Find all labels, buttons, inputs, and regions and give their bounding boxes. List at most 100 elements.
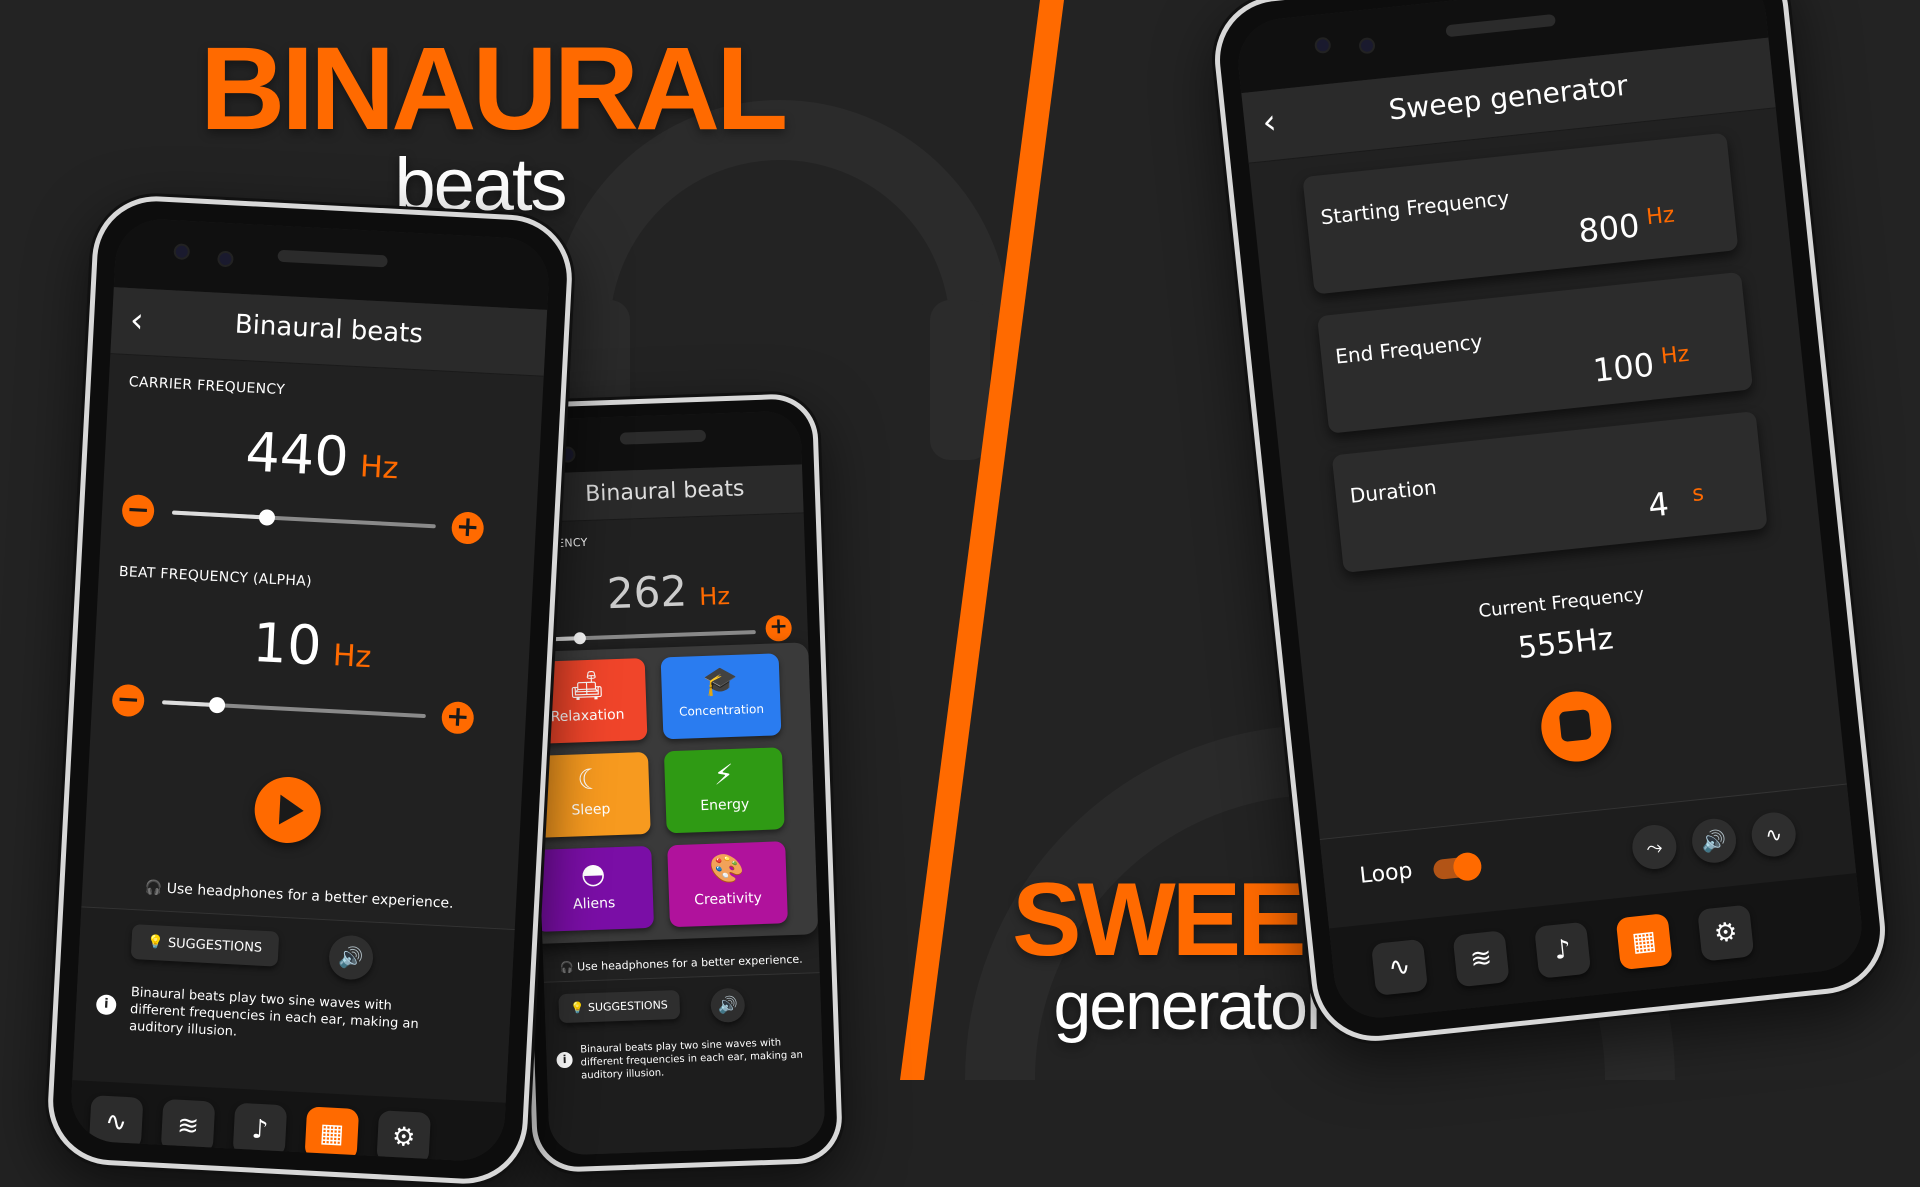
sweep-mode-button[interactable]: ⤳ <box>1630 822 1679 872</box>
end-frequency-unit: Hz <box>1659 341 1691 370</box>
tile-aliens[interactable]: ◓ Aliens <box>533 845 655 932</box>
settings-icon: ⚙ <box>391 1121 417 1154</box>
carrier-frequency-slider[interactable] <box>171 509 436 529</box>
slider-thumb[interactable] <box>573 632 587 645</box>
grid-icon: ▦ <box>318 1118 345 1150</box>
slider-fill <box>171 510 268 520</box>
music-note-icon: ♪ <box>250 1114 269 1146</box>
end-frequency-label: End Frequency <box>1334 329 1484 369</box>
grid-icon: ▦ <box>1630 925 1658 958</box>
nav-settings[interactable]: ⚙ <box>376 1110 432 1163</box>
volume-icon: 🔊 <box>1700 827 1728 854</box>
nav-noise[interactable]: ≋ <box>160 1098 216 1154</box>
duration-value: 4 <box>1646 484 1671 525</box>
tile-label: Creativity <box>693 890 763 909</box>
headphone-note: 🎧 Use headphones for a better experience… <box>543 952 819 975</box>
toggle-knob <box>1452 851 1483 883</box>
screen-title: Binaural beats <box>234 309 424 350</box>
nav-settings[interactable]: ⚙ <box>1697 904 1755 962</box>
decrease-carrier-button[interactable]: − <box>121 492 155 528</box>
nav-grid[interactable]: ▦ <box>1615 913 1673 971</box>
phone-binaural: ‹ Binaural beats CARRIER FREQUENCY 440 Hz… <box>44 193 576 1187</box>
starting-frequency-label: Starting Frequency <box>1319 185 1511 230</box>
lightbulb-icon: 💡 <box>147 934 165 951</box>
increase-carrier-button[interactable]: + <box>450 509 485 545</box>
increase-beat-button[interactable]: + <box>440 699 475 735</box>
decrease-beat-button[interactable]: − <box>111 682 146 718</box>
starting-frequency-unit: Hz <box>1645 202 1676 231</box>
tile-sleep[interactable]: ☾ Sleep <box>529 751 651 838</box>
play-icon <box>278 794 305 826</box>
moon-icon: ☾ <box>576 762 603 797</box>
palette-icon: 🎨 <box>709 851 746 886</box>
carrier-frequency-display: 440 Hz <box>104 413 541 499</box>
speaker-grille <box>619 429 707 445</box>
suggestions-label: SUGGESTIONS <box>167 935 263 956</box>
nav-music[interactable]: ♪ <box>232 1102 288 1158</box>
front-camera <box>175 245 189 258</box>
app-bar: Binaural beats <box>526 464 804 523</box>
settings-icon: ⚙ <box>1712 916 1739 950</box>
end-frequency-card[interactable]: End Frequency 100 Hz <box>1317 271 1754 434</box>
duration-label: Duration <box>1348 474 1438 508</box>
beat-frequency-value: 10 <box>251 610 324 678</box>
sine-wave-icon: ∿ <box>1387 951 1412 984</box>
duration-unit: s <box>1690 480 1705 508</box>
loop-toggle[interactable] <box>1432 851 1483 883</box>
info-text: Binaural beats play two sine waves with … <box>128 985 420 1040</box>
beat-frequency-slider[interactable] <box>162 696 426 719</box>
beat-frequency-display: 10 Hz <box>94 603 531 689</box>
tile-creativity[interactable]: 🎨 Creativity <box>667 841 788 928</box>
carrier-frequency-value: 440 <box>244 420 351 489</box>
info-icon: i <box>556 1051 573 1069</box>
slider-thumb[interactable] <box>258 509 276 526</box>
nav-noise[interactable]: ≋ <box>1452 930 1510 988</box>
nav-music[interactable]: ♪ <box>1534 921 1592 979</box>
nav-grid[interactable]: ▦ <box>304 1106 360 1162</box>
tile-concentration[interactable]: 🎓 Concentration <box>660 653 782 740</box>
noise-wave-icon: ≋ <box>176 1110 200 1142</box>
headphone-note-text: Use headphones for a better experience. <box>576 952 803 974</box>
tile-label: Energy <box>700 796 750 815</box>
front-camera <box>1316 38 1330 52</box>
sine-wave-icon: ∿ <box>1764 821 1784 848</box>
sine-wave-icon: ∿ <box>104 1106 128 1138</box>
speaker-grille <box>277 249 388 268</box>
lightbulb-icon: 💡 <box>570 1001 585 1015</box>
starting-frequency-value: 800 <box>1576 206 1642 251</box>
speaker-grille <box>1445 13 1556 38</box>
headline-binaural-title: BINAURAL <box>200 23 788 155</box>
carrier-frequency-slider[interactable] <box>535 630 756 645</box>
headline-binaural: BINAURAL beats <box>200 23 788 222</box>
front-camera <box>561 448 574 461</box>
slider-thumb[interactable] <box>209 696 226 714</box>
stop-button[interactable] <box>1537 688 1615 765</box>
front-camera-secondary <box>1360 39 1374 53</box>
music-note-icon: ♪ <box>1552 934 1573 966</box>
increase-carrier-button[interactable]: + <box>765 614 793 642</box>
nav-sine-wave[interactable]: ∿ <box>88 1095 144 1150</box>
stop-icon <box>1558 709 1592 743</box>
tile-energy[interactable]: ⚡ Energy <box>663 747 785 834</box>
volume-button[interactable]: 🔊 <box>710 987 746 1023</box>
ufo-icon: ◓ <box>580 856 606 891</box>
waveform-button[interactable]: ∿ <box>1749 810 1798 859</box>
volume-button[interactable]: 🔊 <box>1689 816 1739 865</box>
suggestions-button[interactable]: 💡 SUGGESTIONS <box>558 989 681 1024</box>
front-camera-secondary <box>219 252 232 266</box>
headphone-note-text: Use headphones for a better experience. <box>166 880 454 912</box>
starting-frequency-card[interactable]: Starting Frequency 800 Hz <box>1302 132 1739 295</box>
suggestions-button[interactable]: 💡 SUGGESTIONS <box>130 924 280 967</box>
phone-sweep: ‹ Sweep generator Starting Frequency 800… <box>1208 0 1892 1048</box>
beat-frequency-unit: Hz <box>332 638 373 676</box>
beat-frequency-label: BEAT FREQUENCY (ALPHA) <box>118 563 313 590</box>
carrier-frequency-unit: Hz <box>359 449 400 487</box>
duration-card[interactable]: Duration 4 s <box>1331 411 1768 573</box>
volume-button[interactable]: 🔊 <box>327 934 375 981</box>
screen-title: Binaural beats <box>584 476 745 507</box>
loop-label: Loop <box>1358 858 1414 889</box>
suggestions-panel: 🛋 Relaxation 🎓 Concentration ☾ Sleep ⚡ E… <box>524 642 819 945</box>
nav-sine-wave[interactable]: ∿ <box>1370 938 1429 996</box>
play-button[interactable] <box>253 775 323 845</box>
headphones-icon: 🎧 <box>559 960 574 975</box>
